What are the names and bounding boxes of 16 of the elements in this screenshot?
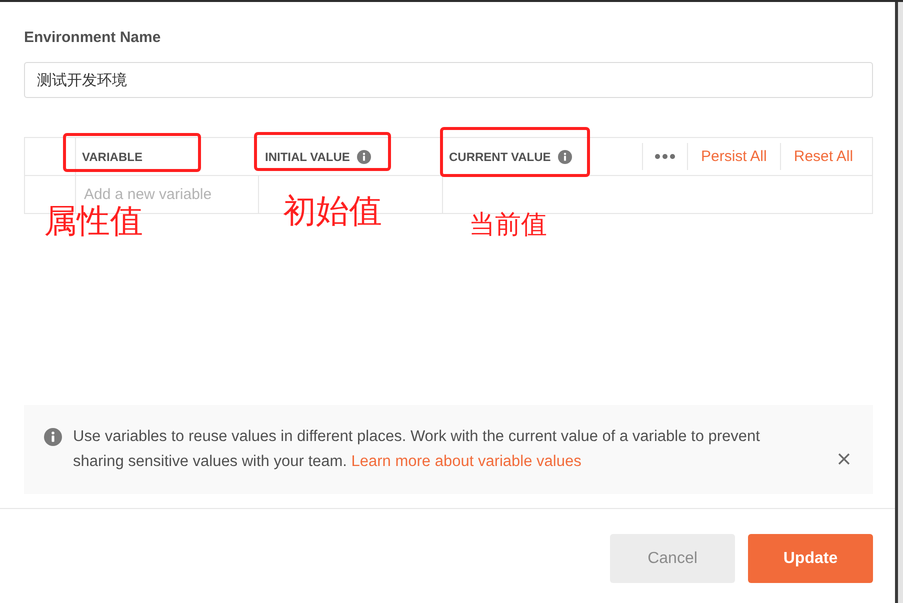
field-label: Environment Name bbox=[24, 28, 161, 48]
learn-more-link[interactable]: Learn more about variable values bbox=[351, 453, 582, 470]
action-link[interactable]: Persist All bbox=[688, 148, 780, 165]
column-header: CURRENT VALUE bbox=[449, 150, 551, 164]
annotation-label: 初始值 bbox=[283, 194, 382, 227]
column-header: VARIABLE bbox=[82, 150, 142, 164]
more-icon[interactable] bbox=[655, 154, 675, 159]
update-button[interactable]: Update bbox=[748, 534, 873, 583]
info-icon bbox=[44, 428, 62, 446]
notice-text: Use variables to reuse values in different places. Work with the current value of a variable to prevent sharing sensitive values with your team. Learn more about variable values bbox=[73, 427, 761, 472]
annotation-label: 当前值 bbox=[469, 211, 547, 237]
environment-name-input[interactable]: 测试开发环境 bbox=[24, 62, 873, 98]
action-link[interactable]: Reset All bbox=[780, 148, 866, 165]
cancel-button[interactable]: Cancel bbox=[610, 534, 735, 583]
column-header: INITIAL VALUE bbox=[265, 150, 350, 164]
close-icon[interactable] bbox=[838, 453, 850, 465]
